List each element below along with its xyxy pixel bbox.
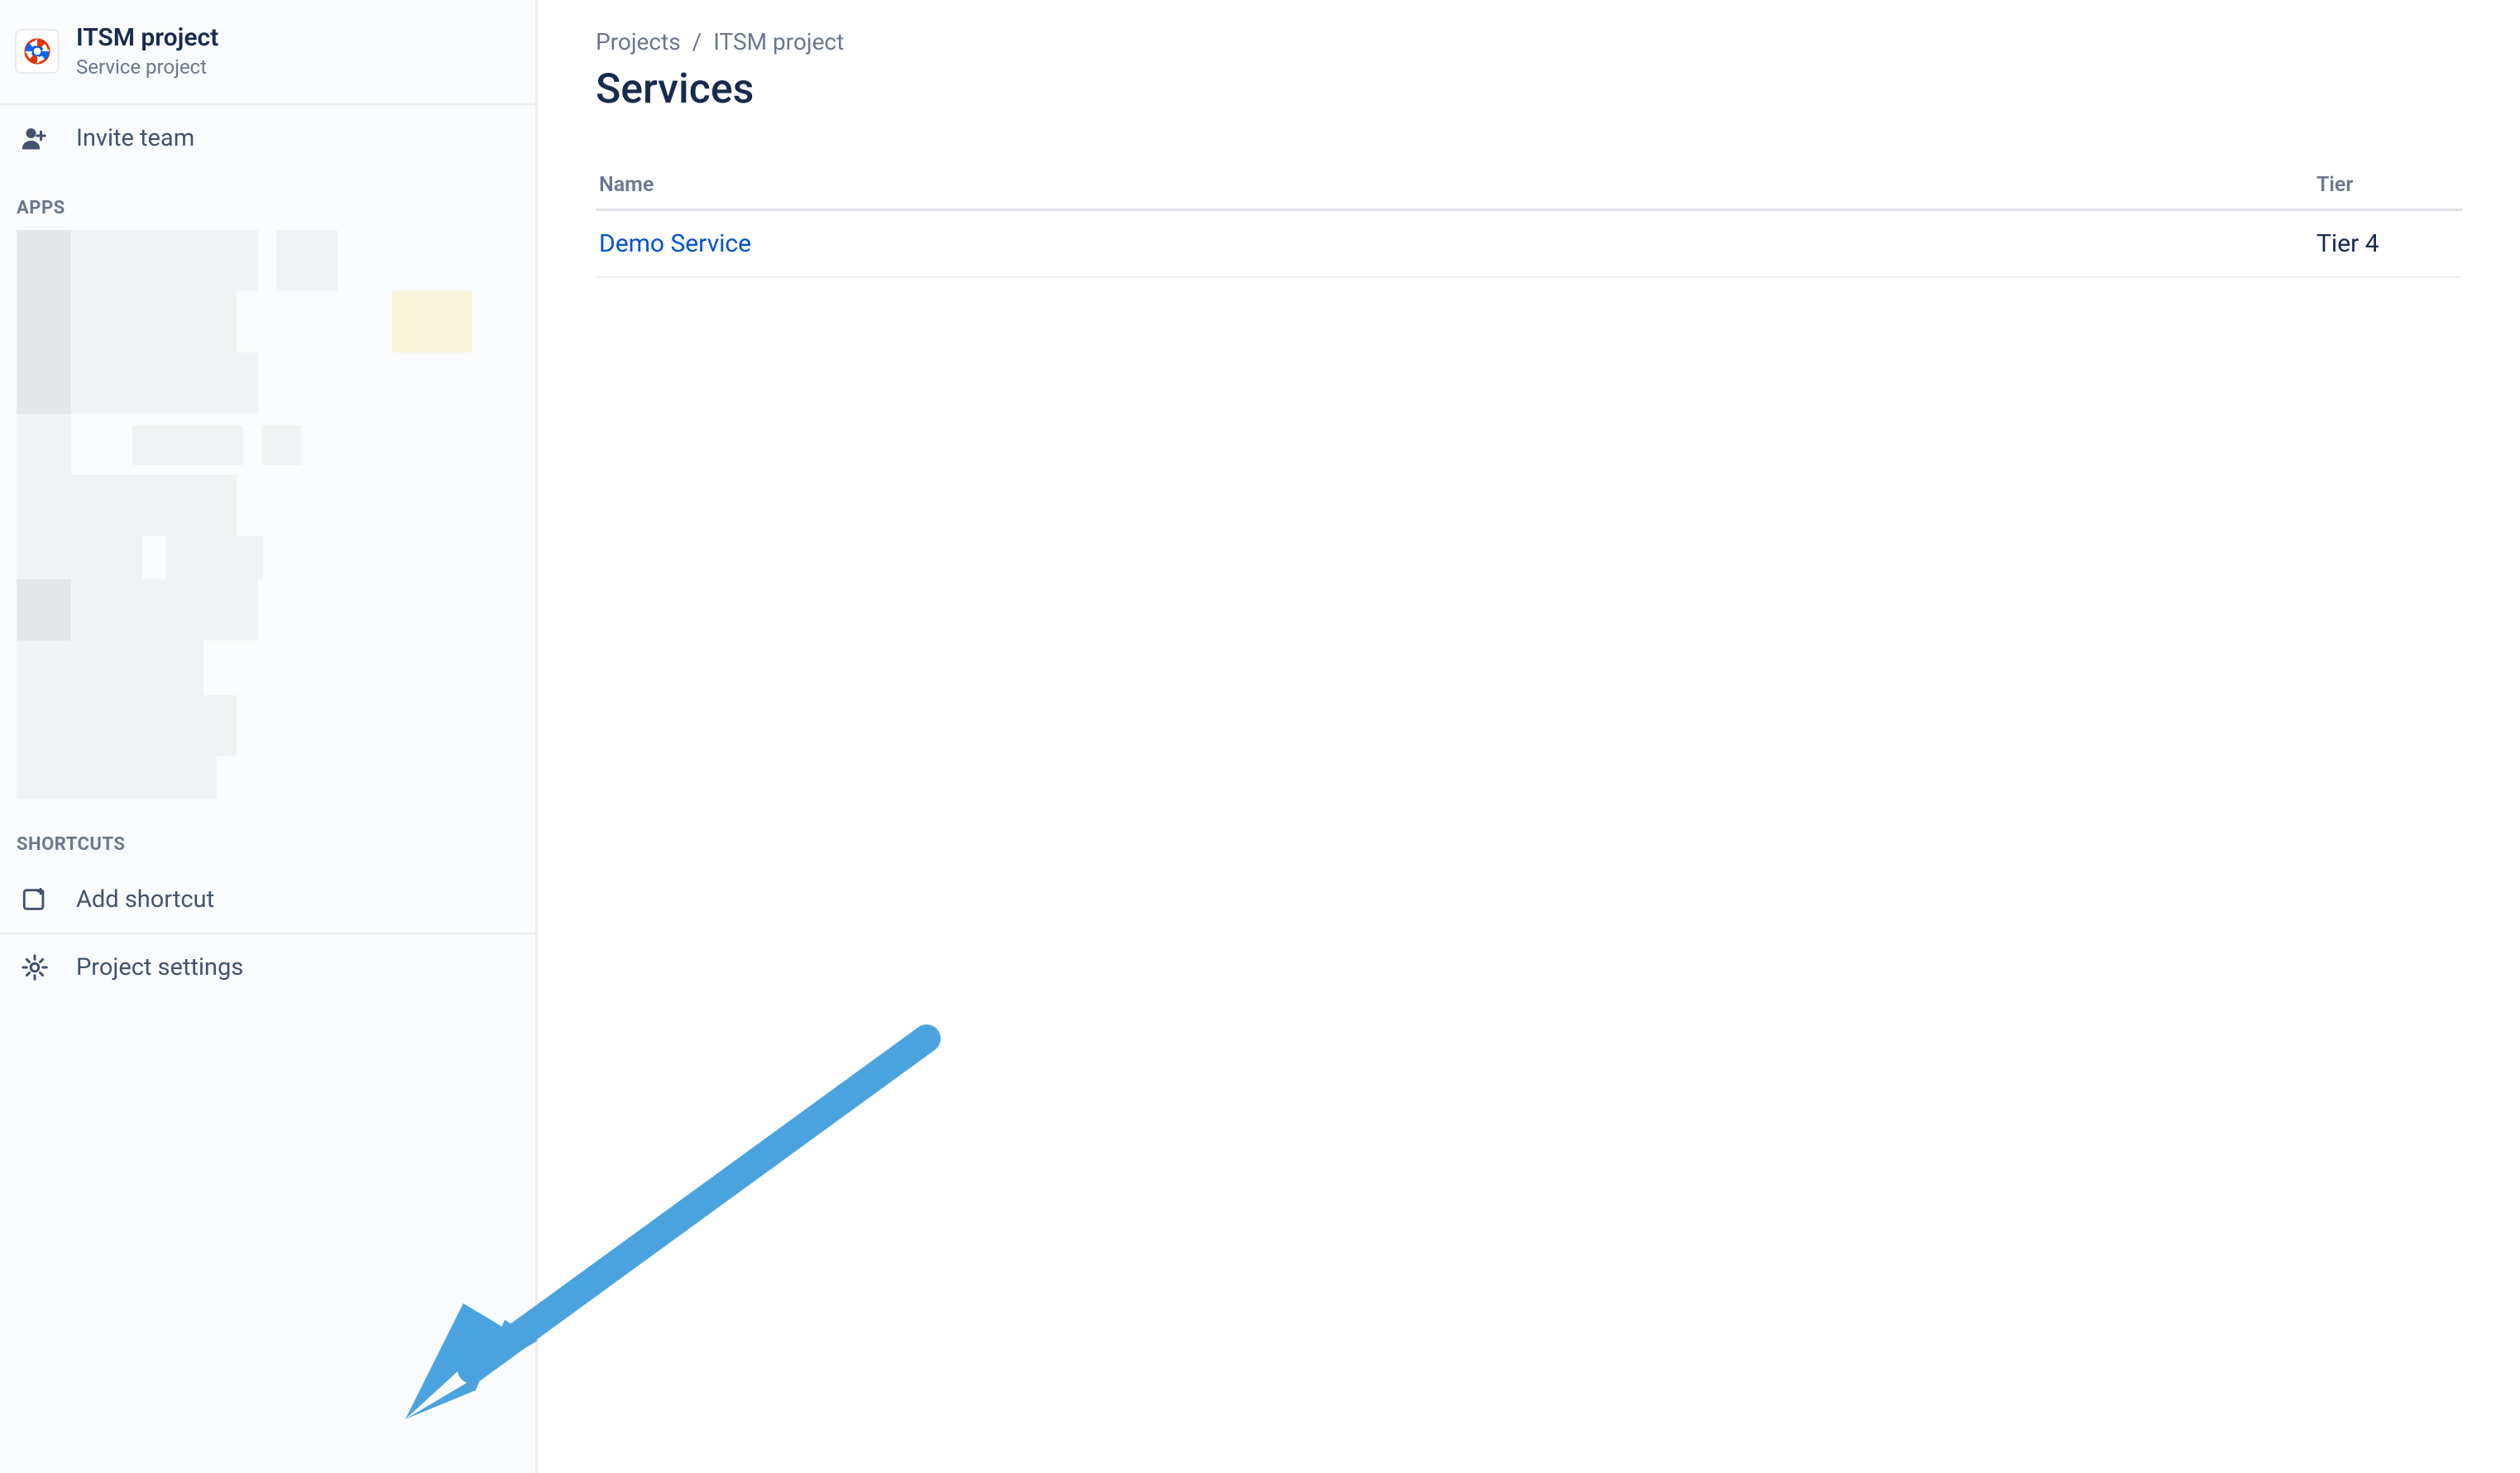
gear-icon [18, 951, 51, 984]
services-table: Name Tier Demo Service Tier 4 [596, 163, 2462, 278]
project-header[interactable]: ITSM project Service project [0, 0, 535, 103]
column-header-tier[interactable]: Tier [2313, 163, 2462, 210]
project-settings-label: Project settings [76, 953, 243, 981]
breadcrumb-projects-link[interactable]: Projects [596, 28, 681, 55]
service-tier-value: Tier 4 [2313, 210, 2462, 278]
page-title: Services [596, 65, 2462, 113]
invite-team-label: Invite team [76, 124, 194, 152]
add-shortcut-label: Add shortcut [76, 885, 214, 914]
add-shortcut-button[interactable]: Add shortcut [0, 866, 535, 933]
breadcrumb-current-link[interactable]: ITSM project [713, 28, 844, 55]
invite-team-button[interactable]: Invite team [0, 105, 535, 171]
apps-section-redacted [0, 230, 535, 808]
project-title: ITSM project [76, 23, 218, 52]
service-name-link[interactable]: Demo Service [599, 229, 751, 258]
apps-section-label: APPS [0, 171, 535, 230]
add-shortcut-icon [18, 883, 51, 916]
breadcrumb-separator: / [692, 28, 702, 55]
column-header-name[interactable]: Name [596, 163, 2313, 210]
breadcrumb: Projects / ITSM project [596, 28, 2462, 55]
project-subtitle: Service project [76, 55, 218, 79]
table-header-row: Name Tier [596, 163, 2462, 210]
shortcuts-section-label: SHORTCUTS [0, 808, 535, 866]
add-people-icon [18, 122, 51, 155]
table-row[interactable]: Demo Service Tier 4 [596, 210, 2462, 278]
main-content: Projects / ITSM project Services Name Ti… [538, 0, 2520, 1473]
project-settings-button[interactable]: Project settings [0, 934, 535, 1000]
sidebar: ITSM project Service project Invite team… [0, 0, 538, 1473]
project-avatar-icon [17, 31, 58, 72]
lifebuoy-icon [23, 37, 51, 65]
